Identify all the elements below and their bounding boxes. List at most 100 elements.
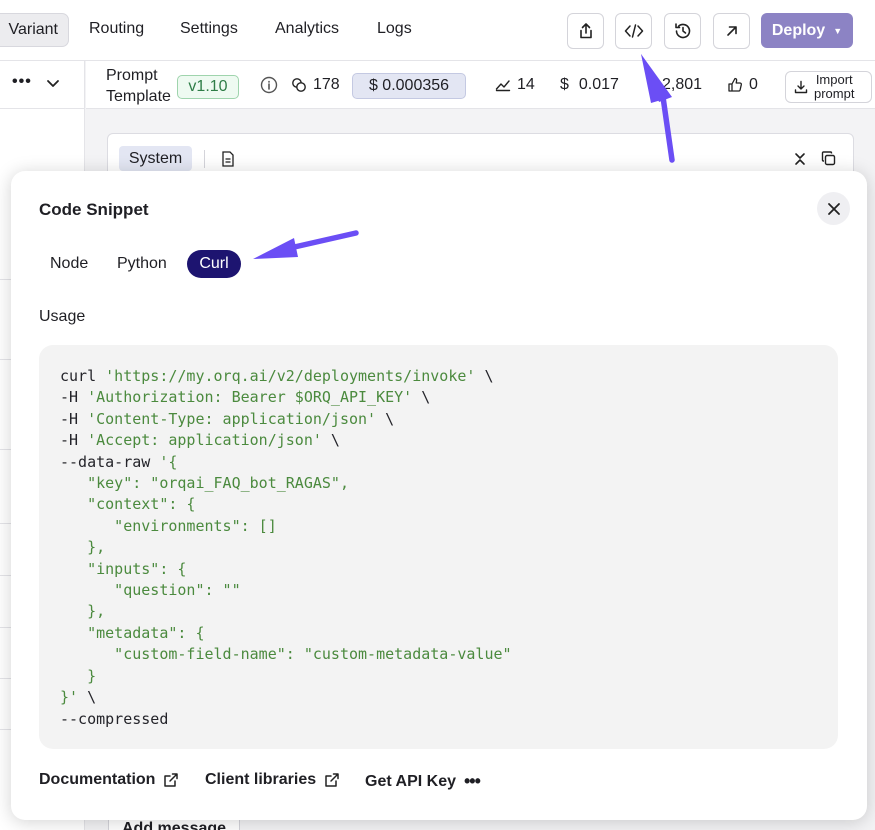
code-string: }, — [60, 602, 106, 621]
system-role-chip[interactable]: System — [119, 146, 192, 171]
code-string: } — [60, 666, 97, 685]
version-badge[interactable]: v1.10 — [177, 75, 239, 99]
dollar-icon: $ — [560, 76, 569, 93]
share-button[interactable] — [567, 13, 604, 49]
history-button[interactable] — [664, 13, 701, 49]
code-line: }' \ — [60, 687, 817, 708]
code-text: \ — [78, 688, 97, 707]
collapse-icon[interactable] — [794, 152, 806, 166]
tab-settings[interactable]: Settings — [180, 20, 238, 38]
code-string: '{ — [159, 452, 178, 471]
import-label-line2: prompt — [814, 86, 855, 101]
close-button[interactable] — [817, 192, 850, 225]
tokens-stat: 178 — [291, 76, 340, 94]
prompt-template-label: Prompt Template — [106, 65, 171, 107]
code-line: --data-raw '{ — [60, 452, 817, 473]
deploy-button[interactable]: Deploy ▼ — [761, 13, 853, 48]
code-text: curl — [60, 367, 106, 385]
documentation-link[interactable]: Documentation — [39, 771, 179, 789]
more-options-icon[interactable]: ••• — [12, 73, 32, 91]
code-snippet-button[interactable] — [615, 13, 652, 49]
arrow-up-right-icon — [726, 26, 737, 36]
documentation-label: Documentation — [39, 771, 156, 788]
divider — [204, 150, 205, 168]
code-string: "metadata": { — [60, 623, 205, 642]
external-link-icon — [325, 773, 339, 787]
code-string: 'Authorization: Bearer $ORQ_API_KEY' — [87, 388, 413, 407]
client-libraries-label: Client libraries — [205, 771, 317, 788]
code-text: \ — [321, 431, 340, 450]
info-icon[interactable] — [260, 76, 278, 94]
code-string: 'https://my.orq.ai/v2/deployments/invoke… — [105, 367, 476, 385]
code-string: "context": { — [60, 495, 196, 514]
latency-value: 14 — [517, 76, 535, 93]
code-string: }' — [60, 688, 79, 707]
requests-stat: 2,801 — [662, 76, 702, 94]
open-external-button[interactable] — [713, 13, 750, 49]
code-text: -H — [60, 431, 88, 450]
modal-title: Code Snippet — [39, 200, 149, 219]
thumbs-up-icon[interactable] — [727, 77, 743, 93]
code-text: \ — [475, 367, 494, 385]
code-icon — [624, 24, 643, 38]
latency-stat: 14 — [495, 76, 535, 94]
prompt-stats-bar: Prompt Template v1.10 178 $ 0.000356 14 … — [86, 61, 875, 109]
code-line: "context": { — [60, 494, 817, 515]
code-string: 'Content-Type: application/json' — [87, 409, 377, 428]
code-string: }, — [60, 538, 106, 557]
code-text: --data-raw — [60, 452, 160, 471]
code-string: "question": "" — [60, 581, 241, 600]
copy-icon[interactable] — [821, 151, 836, 166]
deploy-label: Deploy — [771, 21, 826, 39]
code-block[interactable]: curl 'https://my.orq.ai/v2/deployments/i… — [39, 345, 838, 749]
info-stat — [260, 76, 278, 94]
trend-icon — [495, 80, 511, 92]
tab-curl[interactable]: Curl — [187, 250, 241, 278]
get-api-key-label: Get API Key — [365, 772, 456, 790]
tab-analytics[interactable]: Analytics — [275, 20, 339, 38]
tab-node[interactable]: Node — [50, 255, 88, 273]
get-api-key-link[interactable]: Get API Key ••• — [365, 771, 481, 792]
code-string: "inputs": { — [60, 559, 187, 578]
code-line: -H 'Content-Type: application/json' \ — [60, 409, 817, 430]
code-text: \ — [412, 388, 431, 407]
code-line: "environments": [] — [60, 516, 817, 537]
cost-value: $ 0.000356 — [368, 77, 450, 94]
code-line: "metadata": { — [60, 623, 817, 644]
tab-variant-label: Variant — [8, 21, 58, 38]
import-label-line1: Import — [815, 72, 853, 87]
cost-badge: $ 0.000356 — [352, 73, 466, 99]
code-line: } — [60, 666, 817, 687]
chevron-down-icon[interactable] — [46, 79, 60, 89]
code-line: "question": "" — [60, 580, 817, 601]
document-icon[interactable] — [221, 151, 235, 167]
history-icon — [674, 23, 690, 39]
likes-value: 0 — [749, 76, 758, 93]
code-line: -H 'Authorization: Bearer $ORQ_API_KEY' … — [60, 387, 817, 408]
sidebar-header: ••• — [0, 61, 85, 109]
usage-label: Usage — [39, 308, 86, 325]
code-string: "key": "orqai_FAQ_bot_RAGAS", — [60, 474, 349, 493]
download-icon — [794, 80, 808, 94]
code-string: "environments": [] — [60, 516, 277, 535]
code-snippet-modal: Code Snippet Node Python Curl Usage curl… — [11, 171, 867, 820]
tab-python[interactable]: Python — [117, 255, 167, 273]
code-line: -H 'Accept: application/json' \ — [60, 430, 817, 451]
total-cost-stat: $ 0.017 — [560, 76, 619, 94]
coins-icon — [292, 78, 306, 92]
code-string: 'Accept: application/json' — [87, 431, 322, 450]
code-text: -H — [60, 409, 88, 428]
client-libraries-link[interactable]: Client libraries — [205, 771, 340, 789]
close-icon — [827, 202, 840, 215]
prompt-label-line2: Template — [106, 88, 171, 105]
tab-logs[interactable]: Logs — [377, 20, 412, 38]
tab-variant[interactable]: Variant — [0, 13, 69, 47]
code-line: "inputs": { — [60, 559, 817, 580]
share-icon — [579, 23, 592, 39]
chevron-down-icon: ▼ — [833, 25, 843, 36]
tab-routing[interactable]: Routing — [89, 20, 144, 38]
tokens-value: 178 — [313, 76, 340, 93]
more-dots-icon: ••• — [464, 771, 481, 791]
code-text: --compressed — [60, 709, 169, 728]
import-prompt-button[interactable]: Import prompt — [785, 71, 872, 103]
